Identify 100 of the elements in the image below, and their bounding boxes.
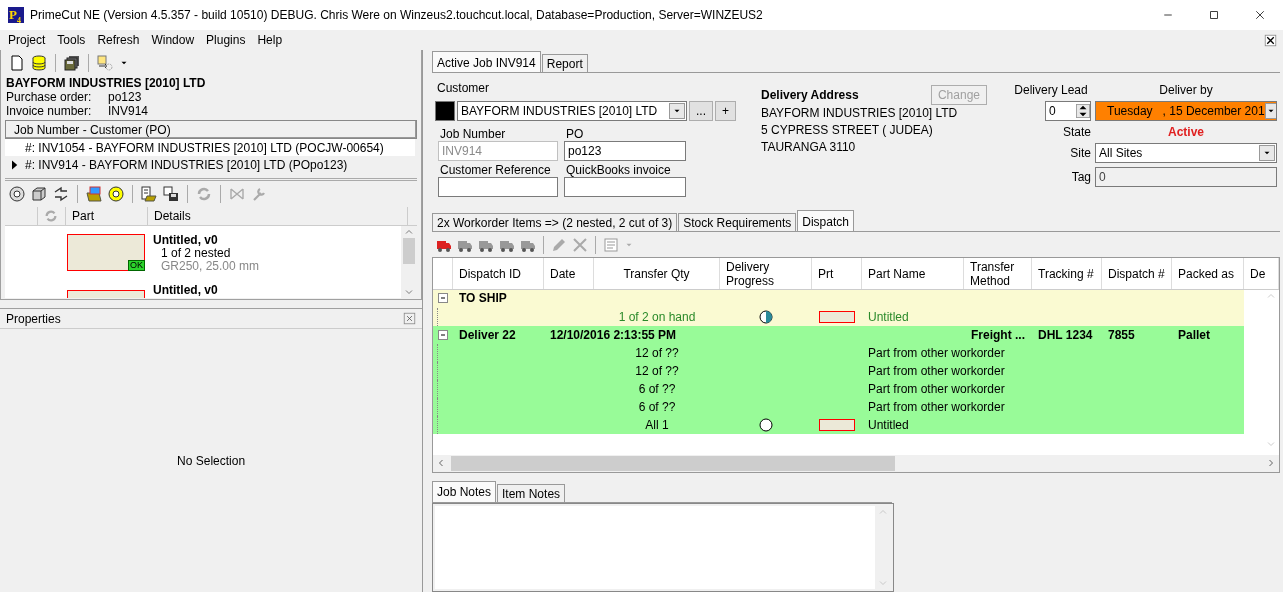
scrollbar-thumb[interactable] — [403, 238, 416, 264]
column-header[interactable]: Delivery Progress — [720, 258, 812, 290]
menu-item[interactable]: Help — [251, 33, 289, 47]
collapse-icon[interactable] — [437, 292, 449, 305]
scrollbar-thumb[interactable] — [451, 455, 895, 471]
table-cell-text: All 1 — [644, 418, 670, 433]
column-header[interactable]: Packed as — [1172, 258, 1244, 290]
column-header[interactable]: Job Number - Customer (PO) — [5, 120, 418, 139]
input-field[interactable]: 0 — [1095, 167, 1277, 187]
wrench-icon[interactable] — [251, 186, 267, 202]
progress-pie-icon — [759, 310, 773, 325]
tab[interactable]: 2x Workorder Items => (2 nested, 2 cut of 3) — [432, 213, 678, 231]
table-cell-text: Part from other workorder — [867, 382, 1006, 397]
column-header[interactable]: De — [1244, 258, 1279, 290]
export-icon[interactable] — [141, 186, 157, 202]
column-header[interactable]: Transfer Qty — [594, 258, 720, 290]
table-cell-text: Deliver 22 — [458, 328, 517, 343]
panel-title: Properties — [6, 311, 61, 326]
site-dropdown[interactable]: All Sites — [1095, 143, 1277, 163]
address-line: BAYFORM INDUSTRIES [2010] LTD — [761, 105, 959, 122]
menu-item[interactable]: Refresh — [91, 33, 146, 47]
field-value: po123 — [108, 90, 142, 104]
tab[interactable]: Dispatch — [797, 210, 854, 231]
column-header[interactable]: Details — [148, 207, 408, 225]
column-header[interactable]: Dispatch # — [1102, 258, 1172, 290]
export-icon[interactable] — [97, 55, 113, 71]
column-header[interactable]: Dispatch ID — [453, 258, 544, 290]
input-field[interactable] — [438, 177, 558, 197]
table-cell-text: Pallet — [1177, 328, 1211, 343]
notes-field[interactable] — [435, 505, 875, 589]
column-header[interactable]: Prt — [812, 258, 862, 290]
menu-item[interactable]: Window — [145, 33, 201, 47]
tab[interactable]: Job Notes — [432, 480, 497, 502]
table-cell-text: 12/10/2016 2:13:55 PM — [549, 328, 678, 343]
state-value: Active — [1167, 125, 1205, 139]
field-label: State — [1061, 125, 1091, 139]
menu-item[interactable]: Project — [2, 33, 52, 47]
column-header[interactable]: Date — [544, 258, 594, 290]
table-cell-text: Part from other workorder — [867, 364, 1006, 379]
import-icon[interactable] — [163, 186, 179, 202]
disc-icon[interactable] — [9, 186, 25, 202]
menu-item[interactable]: Tools — [51, 33, 92, 47]
field-label: Site — [1069, 146, 1091, 160]
color-swatch[interactable] — [435, 101, 455, 121]
tab[interactable]: Item Notes — [497, 483, 566, 502]
field-label: QuickBooks invoice — [565, 163, 672, 177]
app-logo: P$_{4}$ — [8, 7, 24, 23]
field-label: Tag — [1070, 170, 1091, 184]
table-cell-text: Freight ... — [970, 328, 1026, 343]
table-cell-text: Untitled — [867, 310, 910, 325]
column-header[interactable]: Part Name — [862, 258, 964, 290]
address-line: TAURANGA 3110 — [761, 139, 857, 156]
small-button[interactable]: ... — [689, 101, 713, 121]
refresh-icon[interactable] — [44, 209, 58, 223]
field-value: INV914 — [108, 104, 149, 118]
input-field[interactable]: po123 — [564, 141, 686, 161]
number-spinner[interactable]: 0 — [1045, 101, 1091, 121]
refresh-icon[interactable] — [196, 186, 212, 202]
empty-message: No Selection — [177, 453, 246, 468]
address-line: 5 CYPRESS STREET ( JUDEA) — [761, 122, 934, 139]
field-label: Invoice number: — [6, 104, 93, 118]
new-document-icon[interactable] — [9, 55, 25, 71]
pencil-icon[interactable] — [551, 236, 567, 253]
table-cell-text: 1 of 2 on hand — [617, 310, 697, 325]
field-label: Customer Reference — [439, 163, 552, 177]
customer-dropdown[interactable]: BAYFORM INDUSTRIES [2010] LTD — [457, 101, 687, 121]
maximize-icon — [1208, 9, 1220, 21]
input-field[interactable] — [564, 177, 686, 197]
table-cell-text: Untitled — [867, 418, 910, 433]
database-icon[interactable] — [31, 55, 47, 71]
cube-icon[interactable] — [31, 186, 47, 202]
column-header[interactable]: Transfer Method — [964, 258, 1032, 290]
nested-count: 1 of 2 nested — [160, 247, 232, 260]
table-cell-text: 12 of ?? — [634, 346, 680, 361]
column-header[interactable]: Tracking # — [1032, 258, 1102, 290]
date-picker[interactable]: Tuesday , 15 December 201 — [1095, 101, 1277, 121]
field-label: Delivery Lead — [1014, 83, 1088, 97]
section-title: Delivery Address — [761, 86, 859, 104]
part-title: Untitled, v0 — [153, 284, 218, 297]
table-cell-text: Part from other workorder — [867, 346, 1006, 361]
field-label: Deliver by — [1159, 83, 1213, 97]
job-row[interactable]: #: INV1054 - BAYFORM INDUSTRIES [2010] LTD (POCJW-00654) — [5, 139, 416, 156]
table-cell-text: 6 of ?? — [637, 400, 677, 415]
window-title: PrimeCut NE (Version 4.5.357 - build 10510) DEBUG. Chris Were on Winzeus2.touchcut.local, Database=Production, Server=WINZEUS2 — [30, 8, 764, 22]
menu-item[interactable]: Plugins — [200, 33, 252, 47]
tab[interactable]: Report — [541, 54, 588, 72]
ring-icon[interactable] — [108, 186, 124, 202]
swap-icon[interactable] — [53, 186, 69, 202]
table-cell-text: Part from other workorder — [867, 400, 1006, 415]
part-title: Untitled, v0 — [153, 234, 219, 247]
disks-icon[interactable] — [64, 55, 80, 71]
collapse-icon[interactable] — [437, 329, 449, 342]
tab[interactable]: Active Job INV914 — [432, 51, 541, 72]
tab[interactable]: Stock Requirements — [678, 213, 797, 231]
small-button[interactable]: + — [715, 101, 737, 121]
column-header[interactable]: Part — [66, 207, 148, 225]
close-icon[interactable] — [1264, 33, 1277, 47]
customer-name: BAYFORM INDUSTRIES [2010] LTD — [5, 76, 207, 90]
picture-folder-icon[interactable] — [86, 186, 102, 202]
status-badge: OK — [128, 260, 145, 271]
